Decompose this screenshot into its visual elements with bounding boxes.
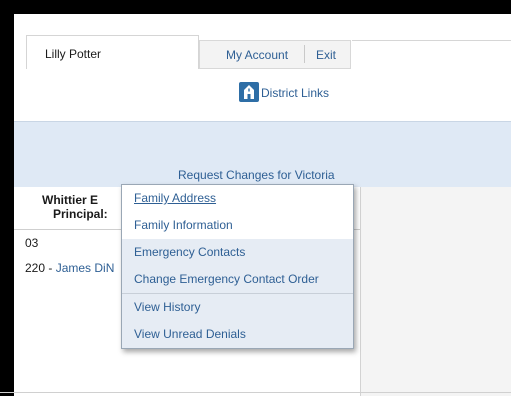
request-changes-dropdown-menu: Family Address Family Information Emerge… — [121, 184, 354, 349]
bottom-divider — [0, 392, 511, 393]
homeroom-row: 220 - James DiN — [25, 261, 114, 275]
homeroom-teacher-link[interactable]: James DiN — [56, 261, 115, 275]
menu-item-family-information[interactable]: Family Information — [122, 212, 353, 239]
user-name: Lilly Potter — [45, 47, 102, 61]
header-divider — [352, 40, 511, 41]
grade-value: 03 — [25, 236, 39, 250]
district-links-link[interactable]: District Links — [261, 86, 329, 100]
request-changes-menu-trigger[interactable]: Request Changes for Victoria — [178, 168, 335, 182]
my-account-link[interactable]: My Account — [226, 48, 288, 62]
homeroom-number: 220 - — [25, 261, 56, 275]
menu-item-change-emergency-contact-order[interactable]: Change Emergency Contact Order — [122, 266, 353, 293]
window-frame-left — [0, 0, 14, 396]
menu-item-view-history[interactable]: View History — [122, 294, 353, 321]
exit-link[interactable]: Exit — [316, 48, 336, 62]
school-building-icon[interactable] — [239, 82, 259, 102]
menu-item-family-address[interactable]: Family Address — [122, 185, 353, 212]
right-panel — [361, 187, 511, 396]
principal-label: Principal: — [53, 207, 108, 221]
window-frame-top — [0, 0, 511, 14]
account-bar-separator — [304, 45, 305, 63]
menu-item-emergency-contacts[interactable]: Emergency Contacts — [122, 239, 353, 266]
school-name: Whittier E — [42, 193, 98, 207]
menu-item-view-unread-denials[interactable]: View Unread Denials — [122, 321, 353, 348]
